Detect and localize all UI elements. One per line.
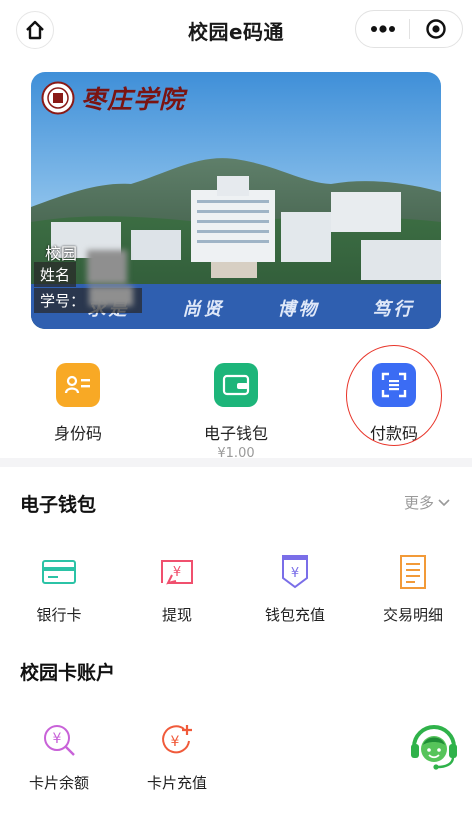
svg-text:¥: ¥ (291, 566, 299, 581)
wallet-recharge-icon: ¥ (275, 552, 315, 592)
school-name: 枣庄学院 (81, 85, 186, 114)
card-balance-icon: ¥ (39, 720, 79, 760)
grid-item-label: 卡片余额 (28, 774, 89, 792)
grid-item-label: 卡片充值 (146, 774, 207, 792)
close-button[interactable] (410, 11, 462, 47)
name-redaction (87, 250, 127, 284)
ewallet-section-title: 电子钱包 (20, 494, 97, 516)
ewallet-more-link[interactable]: 更多 (404, 492, 450, 513)
customer-service-icon (411, 725, 457, 770)
grid-item-label: 交易明细 (382, 606, 443, 624)
ewallet-button[interactable]: 电子钱包 ¥1.00 (166, 355, 306, 461)
customer-service-button[interactable] (406, 717, 462, 773)
wallet-recharge-button[interactable]: ¥ 钱包充值 (236, 552, 354, 625)
campus-card[interactable]: 枣庄学院 求是 尚贤 博物 笃行 校园 姓名 学号： (31, 72, 441, 329)
school-logo: 枣庄学院 (41, 80, 185, 116)
motto-word: 尚贤 (182, 298, 225, 320)
quick-action-label: 身份码 (53, 424, 102, 443)
id-redaction (89, 286, 133, 306)
campus-account-section-title: 校园卡账户 (20, 662, 116, 684)
miniapp-capsule (355, 10, 463, 48)
withdraw-button[interactable]: ¥ 提现 (118, 552, 236, 625)
card-recharge-button[interactable]: ¥ 卡片充值 (118, 720, 236, 793)
svg-text:¥: ¥ (53, 731, 62, 747)
chevron-down-icon (438, 498, 450, 506)
more-button[interactable] (356, 11, 409, 47)
svg-text:¥: ¥ (173, 565, 181, 580)
grid-item-label: 提现 (161, 606, 192, 624)
card-recharge-icon: ¥ (157, 720, 197, 760)
more-dots-icon (370, 25, 395, 33)
identity-code-button[interactable]: 身份码 (8, 355, 148, 444)
school-seal-icon (41, 81, 75, 115)
svg-text:¥: ¥ (171, 734, 180, 750)
more-link-label: 更多 (403, 494, 434, 512)
section-divider (0, 458, 472, 467)
card-partial-text: 校园 (45, 244, 78, 263)
transaction-detail-button[interactable]: 交易明细 (354, 552, 472, 625)
bank-card-icon (39, 552, 79, 592)
wallet-icon (214, 363, 258, 407)
transaction-list-icon (393, 552, 433, 592)
withdraw-icon: ¥ (157, 552, 197, 592)
top-bar: 校园e码通 (0, 0, 472, 58)
motto-word: 博物 (277, 298, 320, 320)
motto-word: 笃行 (372, 298, 415, 320)
bank-card-button[interactable]: 银行卡 (0, 552, 118, 625)
highlight-circle (346, 345, 442, 446)
target-close-icon (426, 19, 446, 39)
quick-action-label: 电子钱包 (203, 424, 268, 443)
grid-item-label: 银行卡 (36, 606, 82, 624)
grid-item-label: 钱包充值 (264, 606, 325, 624)
card-balance-button[interactable]: ¥ 卡片余额 (0, 720, 118, 793)
id-card-icon (56, 363, 100, 407)
name-label: 姓名 (34, 262, 77, 287)
